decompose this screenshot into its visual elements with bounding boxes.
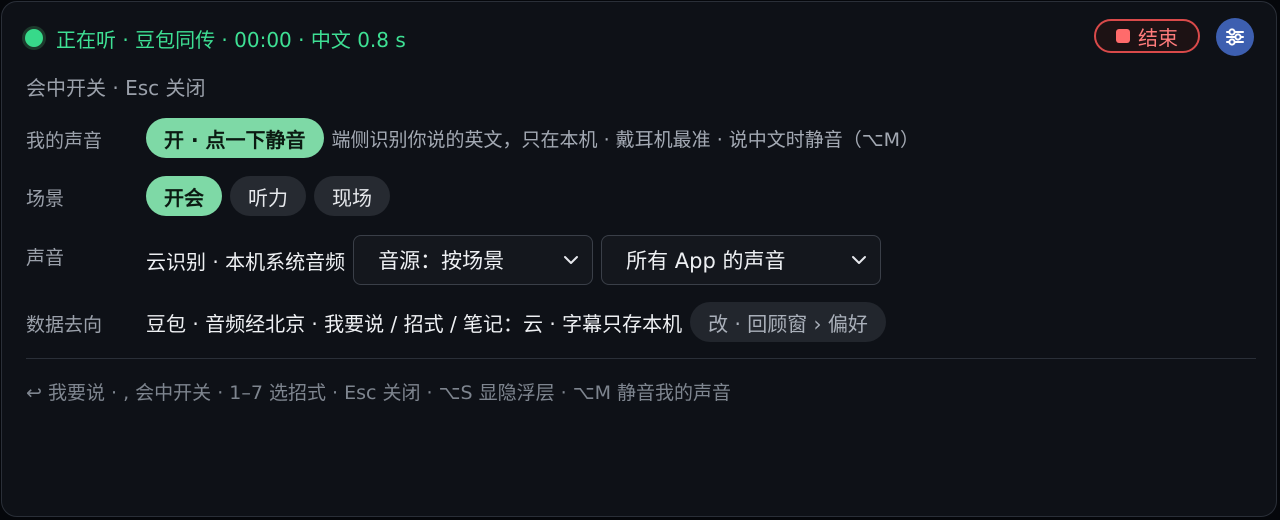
end-button[interactable]: 结束 <box>1094 19 1200 53</box>
panel-subtitle: 会中开关 · Esc 关闭 <box>26 76 206 100</box>
scene-option-listening[interactable]: 听力 <box>230 176 306 216</box>
preferences-link-button[interactable]: 改 · 回顾窗 › 偏好 <box>690 302 886 342</box>
my-voice-label: 我的声音 <box>26 130 103 152</box>
header-bar: 正在听 · 豆包同传 · 00:00 · 中文 0.8 s 结束 <box>20 18 1254 56</box>
live-dot-icon <box>25 29 43 47</box>
settings-button[interactable] <box>1216 18 1254 56</box>
live-panel: 正在听 · 豆包同传 · 00:00 · 中文 0.8 s 结束 会中开关 · … <box>1 1 1277 517</box>
app-audio-value: 所有 App 的声音 <box>626 249 786 273</box>
audio-source-value: 音源：按场景 <box>378 249 505 273</box>
mute-toggle-button[interactable]: 开 · 点一下静音 <box>146 118 324 158</box>
chevron-down-icon <box>564 256 579 264</box>
sliders-icon <box>1226 28 1244 46</box>
divider <box>26 358 1256 359</box>
row-my-voice: 我的声音 开 · 点一下静音 端侧识别你说的英文，只在本机 · 戴耳机最准 · … <box>26 117 1256 159</box>
scene-label: 场景 <box>26 188 65 210</box>
app-audio-select[interactable]: 所有 App 的声音 <box>601 235 882 285</box>
audio-source-select[interactable]: 音源：按场景 <box>353 235 594 285</box>
status-text: 正在听 · 豆包同传 · 00:00 · 中文 0.8 s <box>56 28 406 52</box>
audio-info: 云识别 · 本机系统音频 <box>146 249 346 274</box>
shortcut-hint: ↩ 我要说 · , 会中开关 · 1–7 选招式 · Esc 关闭 · ⌥S 显… <box>26 382 732 404</box>
stop-square-icon <box>1116 29 1130 43</box>
audio-label: 声音 <box>26 247 65 269</box>
data-label: 数据去向 <box>26 314 103 336</box>
end-button-label: 结束 <box>1138 25 1178 50</box>
my-voice-note: 端侧识别你说的英文，只在本机 · 戴耳机最准 · 说中文时静音（⌥M） <box>331 128 920 151</box>
scene-option-meeting[interactable]: 开会 <box>146 176 222 216</box>
row-audio: 声音 云识别 · 本机系统音频 音源：按场景 所有 App 的声音 <box>26 235 1256 285</box>
data-info: 豆包 · 音频经北京 · 我要说 / 招式 / 笔记：云 · 字幕只存本机 <box>146 311 683 336</box>
chevron-down-icon <box>852 256 867 264</box>
row-scene: 场景 开会 听力 现场 <box>26 175 1256 217</box>
row-data: 数据去向 豆包 · 音频经北京 · 我要说 / 招式 / 笔记：云 · 字幕只存… <box>26 301 1256 343</box>
scene-option-onsite[interactable]: 现场 <box>314 176 390 216</box>
